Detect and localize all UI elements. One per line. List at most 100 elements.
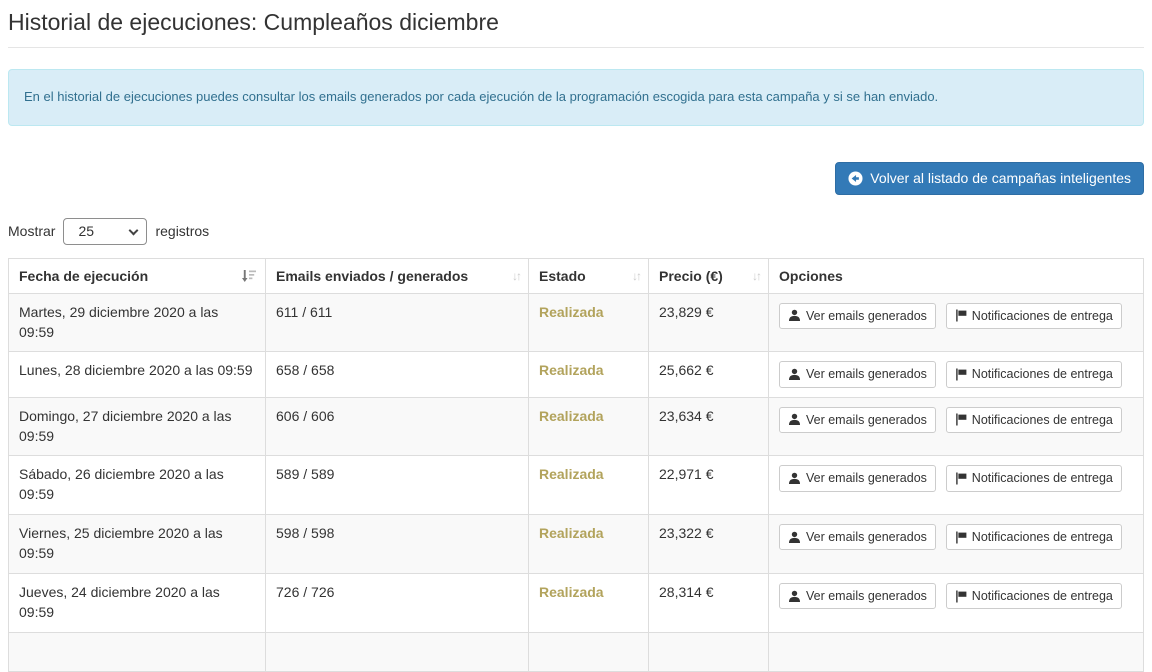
cell-fecha: Martes, 29 diciembre 2020 a las 09:59 — [9, 293, 266, 352]
executions-table: Fecha de ejecución Emails enviados / gen… — [8, 258, 1144, 672]
ver-emails-generados-button[interactable]: Ver emails generados — [779, 303, 936, 329]
cell-opciones: Ver emails generados Notificaciones de e… — [769, 573, 1144, 632]
cell-precio: 23,829 € — [649, 293, 769, 352]
action-label: Ver emails generados — [806, 308, 927, 324]
cell-fecha: Domingo, 27 diciembre 2020 a las 09:59 — [9, 397, 266, 456]
info-alert: En el historial de ejecuciones puedes co… — [8, 69, 1144, 126]
page-length-select[interactable]: 25 — [63, 218, 147, 245]
column-header-emails[interactable]: Emails enviados / generados ↓↑ — [266, 258, 529, 293]
action-label: Notificaciones de entrega — [972, 412, 1113, 428]
action-label: Ver emails generados — [806, 366, 927, 382]
cell-emails: 726 / 726 — [266, 573, 529, 632]
back-button-label: Volver al listado de campañas inteligent… — [870, 170, 1131, 187]
table-row: Jueves, 24 diciembre 2020 a las 09:59 72… — [9, 573, 1144, 632]
page-header: Historial de ejecuciones: Cumpleaños dic… — [8, 0, 1144, 48]
sort-desc-icon — [242, 269, 257, 283]
action-label: Ver emails generados — [806, 529, 927, 545]
cell-emails: 598 / 598 — [266, 515, 529, 574]
ver-emails-generados-button[interactable]: Ver emails generados — [779, 465, 936, 491]
action-label: Notificaciones de entrega — [972, 308, 1113, 324]
cell-precio: 22,971 € — [649, 456, 769, 515]
notificaciones-de-entrega-button[interactable]: Notificaciones de entrega — [946, 407, 1122, 433]
flag-icon — [955, 413, 967, 426]
cell-fecha: Lunes, 28 diciembre 2020 a las 09:59 — [9, 352, 266, 397]
flag-icon — [955, 590, 967, 603]
user-icon — [788, 531, 801, 544]
sort-both-icon: ↓↑ — [752, 269, 760, 283]
cell-emails: 611 / 611 — [266, 293, 529, 352]
cell-estado-badge: Realizada — [529, 397, 649, 456]
column-label: Fecha de ejecución — [19, 268, 148, 284]
notificaciones-de-entrega-button[interactable]: Notificaciones de entrega — [946, 583, 1122, 609]
column-label: Precio (€) — [659, 268, 723, 284]
page-length-select-wrap: 25 — [63, 218, 147, 245]
ver-emails-generados-button[interactable]: Ver emails generados — [779, 524, 936, 550]
user-icon — [788, 590, 801, 603]
cell-precio: 25,662 € — [649, 352, 769, 397]
cell-precio: 28,314 € — [649, 573, 769, 632]
action-label: Ver emails generados — [806, 470, 927, 486]
cell-fecha: Viernes, 25 diciembre 2020 a las 09:59 — [9, 515, 266, 574]
column-label: Estado — [539, 268, 586, 284]
ver-emails-generados-button[interactable]: Ver emails generados — [779, 407, 936, 433]
table-row: Viernes, 25 diciembre 2020 a las 09:59 5… — [9, 515, 1144, 574]
cell-empty — [649, 632, 769, 671]
cell-precio: 23,322 € — [649, 515, 769, 574]
cell-emails: 658 / 658 — [266, 352, 529, 397]
info-alert-text: En el historial de ejecuciones puedes co… — [24, 89, 938, 104]
user-icon — [788, 413, 801, 426]
table-row: Lunes, 28 diciembre 2020 a las 09:59 658… — [9, 352, 1144, 397]
user-icon — [788, 368, 801, 381]
ver-emails-generados-button[interactable]: Ver emails generados — [779, 361, 936, 387]
cell-opciones: Ver emails generados Notificaciones de e… — [769, 352, 1144, 397]
table-row: Martes, 29 diciembre 2020 a las 09:59 61… — [9, 293, 1144, 352]
column-label: Emails enviados / generados — [276, 268, 468, 284]
cell-estado-badge: Realizada — [529, 573, 649, 632]
table-row: Sábado, 26 diciembre 2020 a las 09:59 58… — [9, 456, 1144, 515]
arrow-circle-left-icon — [848, 171, 863, 186]
flag-icon — [955, 309, 967, 322]
cell-opciones: Ver emails generados Notificaciones de e… — [769, 397, 1144, 456]
table-row-partial — [9, 632, 1144, 671]
column-label: Opciones — [779, 268, 843, 284]
cell-estado-badge: Realizada — [529, 352, 649, 397]
cell-empty — [529, 632, 649, 671]
action-label: Notificaciones de entrega — [972, 470, 1113, 486]
user-icon — [788, 309, 801, 322]
cell-empty — [9, 632, 266, 671]
page-title: Historial de ejecuciones: Cumpleaños dic… — [8, 9, 1144, 36]
cell-estado-badge: Realizada — [529, 456, 649, 515]
cell-opciones: Ver emails generados Notificaciones de e… — [769, 293, 1144, 352]
column-header-estado[interactable]: Estado ↓↑ — [529, 258, 649, 293]
action-label: Ver emails generados — [806, 412, 927, 428]
sort-both-icon: ↓↑ — [512, 269, 520, 283]
action-label: Ver emails generados — [806, 588, 927, 604]
length-prefix-label: Mostrar — [8, 223, 55, 239]
cell-precio: 23,634 € — [649, 397, 769, 456]
sort-both-icon: ↓↑ — [632, 269, 640, 283]
notificaciones-de-entrega-button[interactable]: Notificaciones de entrega — [946, 303, 1122, 329]
column-header-precio[interactable]: Precio (€) ↓↑ — [649, 258, 769, 293]
cell-empty — [769, 632, 1144, 671]
page-container: Historial de ejecuciones: Cumpleaños dic… — [0, 0, 1152, 672]
cell-estado-badge: Realizada — [529, 515, 649, 574]
flag-icon — [955, 531, 967, 544]
cell-fecha: Sábado, 26 diciembre 2020 a las 09:59 — [9, 456, 266, 515]
user-icon — [788, 472, 801, 485]
notificaciones-de-entrega-button[interactable]: Notificaciones de entrega — [946, 465, 1122, 491]
table-row: Domingo, 27 diciembre 2020 a las 09:59 6… — [9, 397, 1144, 456]
cell-fecha: Jueves, 24 diciembre 2020 a las 09:59 — [9, 573, 266, 632]
cell-estado-badge: Realizada — [529, 293, 649, 352]
column-header-opciones: Opciones — [769, 258, 1144, 293]
length-control: Mostrar 25 registros — [8, 218, 1144, 245]
ver-emails-generados-button[interactable]: Ver emails generados — [779, 583, 936, 609]
back-to-campaigns-button[interactable]: Volver al listado de campañas inteligent… — [835, 162, 1144, 195]
notificaciones-de-entrega-button[interactable]: Notificaciones de entrega — [946, 361, 1122, 387]
cell-emails: 606 / 606 — [266, 397, 529, 456]
table-body: Martes, 29 diciembre 2020 a las 09:59 61… — [9, 293, 1144, 671]
cell-empty — [266, 632, 529, 671]
notificaciones-de-entrega-button[interactable]: Notificaciones de entrega — [946, 524, 1122, 550]
action-label: Notificaciones de entrega — [972, 588, 1113, 604]
cell-opciones: Ver emails generados Notificaciones de e… — [769, 456, 1144, 515]
column-header-fecha[interactable]: Fecha de ejecución — [9, 258, 266, 293]
